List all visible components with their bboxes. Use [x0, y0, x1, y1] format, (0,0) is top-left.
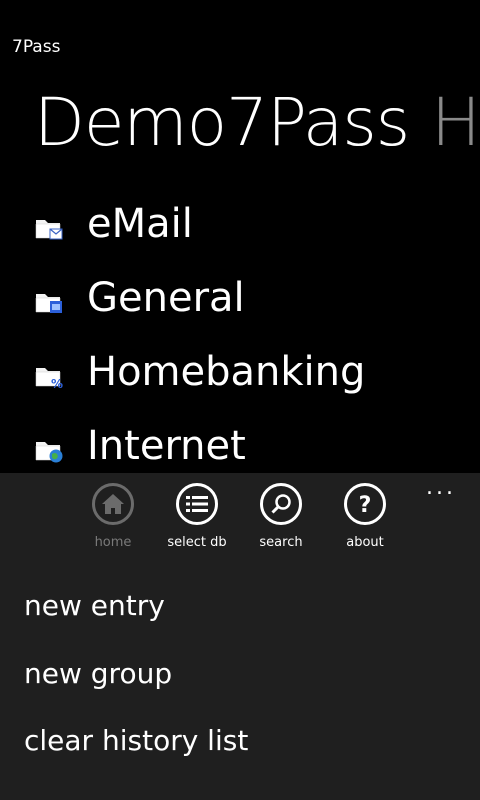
pivot-header: Demo7Pass H: [34, 82, 480, 164]
menu-item-clear-history[interactable]: clear history list: [24, 723, 248, 759]
group-item-internet[interactable]: Internet: [0, 417, 480, 477]
select-db-button[interactable]: select db: [157, 483, 237, 551]
home-icon: [92, 483, 134, 525]
group-item-email[interactable]: eMail: [0, 195, 480, 255]
question-icon: ?: [344, 483, 386, 525]
list-icon: [176, 483, 218, 525]
select-db-button-label: select db: [167, 535, 227, 550]
pivot-title-current[interactable]: Demo7Pass: [34, 84, 410, 161]
more-options-button[interactable]: ...: [426, 477, 456, 499]
group-label: General: [87, 275, 245, 321]
folder-percent-icon: %: [35, 368, 63, 390]
about-button[interactable]: ? about: [325, 483, 405, 551]
home-button-label: home: [94, 535, 132, 550]
svg-text:%: %: [51, 377, 63, 390]
group-label: eMail: [87, 201, 193, 247]
group-label: Homebanking: [87, 349, 366, 395]
folder-globe-icon: [35, 442, 63, 463]
about-button-label: about: [346, 535, 384, 550]
search-button[interactable]: search: [241, 483, 321, 551]
pivot-title-next[interactable]: H: [431, 84, 480, 161]
group-item-general[interactable]: General: [0, 269, 480, 329]
menu-item-new-group[interactable]: new group: [24, 656, 172, 692]
search-button-label: search: [259, 535, 303, 550]
folder-general-icon: [35, 294, 62, 313]
svg-text:?: ?: [359, 493, 372, 516]
folder-email-icon: [35, 220, 63, 240]
menu-item-new-entry[interactable]: new entry: [24, 588, 165, 624]
app-title: 7Pass: [12, 37, 61, 57]
group-item-homebanking[interactable]: % Homebanking: [0, 343, 480, 403]
app-bar: ... home select db search ? about new en…: [0, 473, 480, 800]
home-button[interactable]: home: [73, 483, 153, 551]
search-icon: [260, 483, 302, 525]
group-label: Internet: [87, 423, 246, 469]
